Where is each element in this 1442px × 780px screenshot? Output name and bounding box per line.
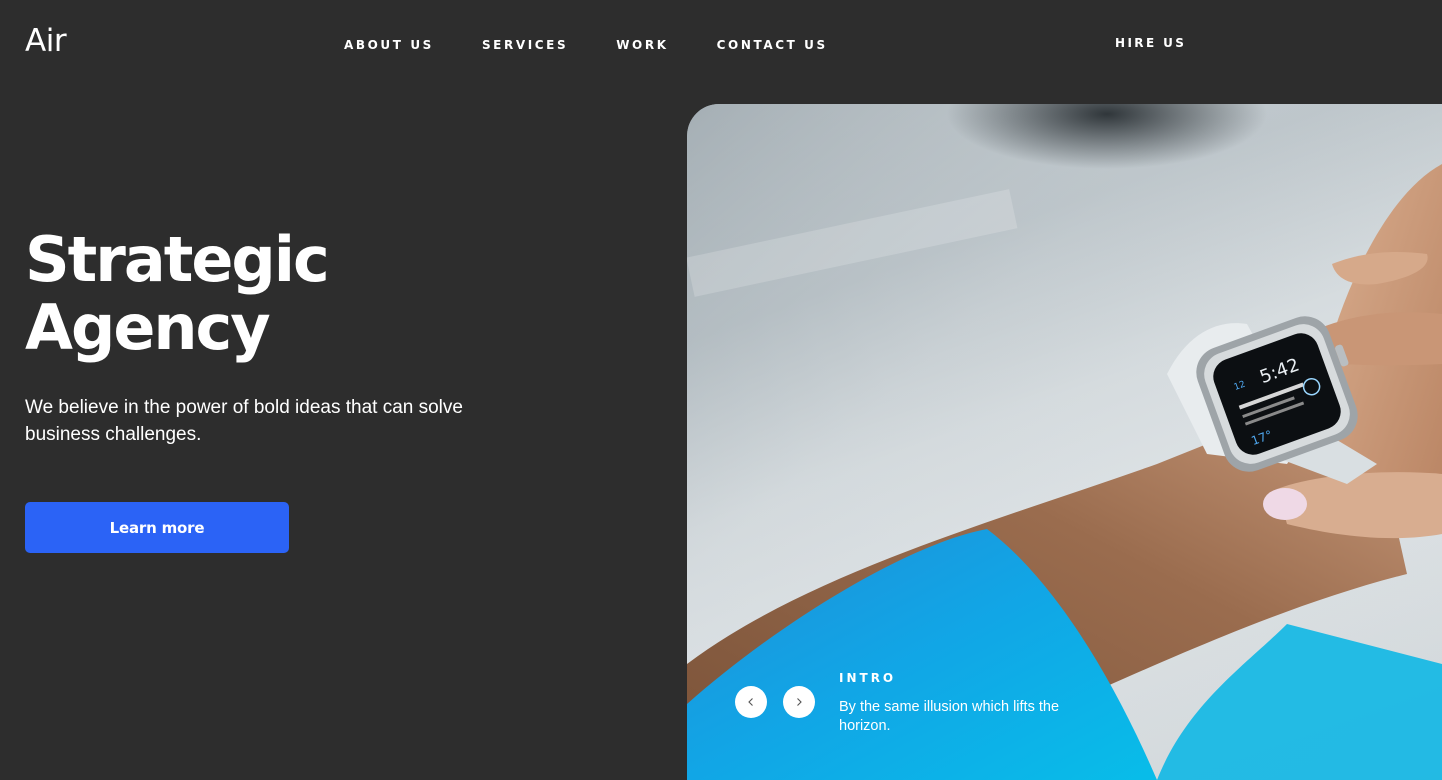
slider-prev-button[interactable] — [735, 686, 767, 718]
hero-title-line1: Strategic — [25, 223, 330, 296]
nav-item-services[interactable]: SERVICES — [482, 38, 568, 52]
nav-item-about-us[interactable]: ABOUT US — [344, 38, 434, 52]
hero-title-line2: Agency — [25, 291, 271, 364]
hire-us-link[interactable]: HIRE US — [1115, 36, 1186, 50]
chevron-left-icon — [748, 698, 753, 706]
nav-item-work[interactable]: WORK — [616, 38, 668, 52]
learn-more-button[interactable]: Learn more — [25, 502, 289, 553]
landing-page: Air ABOUT US SERVICES WORK CONTACT US HI… — [0, 0, 1442, 780]
slider-next-button[interactable] — [783, 686, 815, 718]
chevron-right-icon — [797, 698, 802, 706]
slide-label: INTRO — [839, 671, 897, 685]
smartwatch-illustration: 5:42 12 17° — [687, 104, 1442, 780]
site-logo[interactable]: Air — [25, 26, 67, 57]
hero-title: Strategic Agency — [25, 226, 445, 362]
slide-caption: By the same illusion which lifts the hor… — [839, 699, 1060, 734]
hero-subtitle: We believe in the power of bold ideas th… — [25, 397, 463, 445]
nav-item-contact-us[interactable]: CONTACT US — [717, 38, 828, 52]
hero-image-smartwatch: 5:42 12 17° — [687, 104, 1442, 780]
main-nav: ABOUT US SERVICES WORK CONTACT US — [344, 38, 828, 52]
